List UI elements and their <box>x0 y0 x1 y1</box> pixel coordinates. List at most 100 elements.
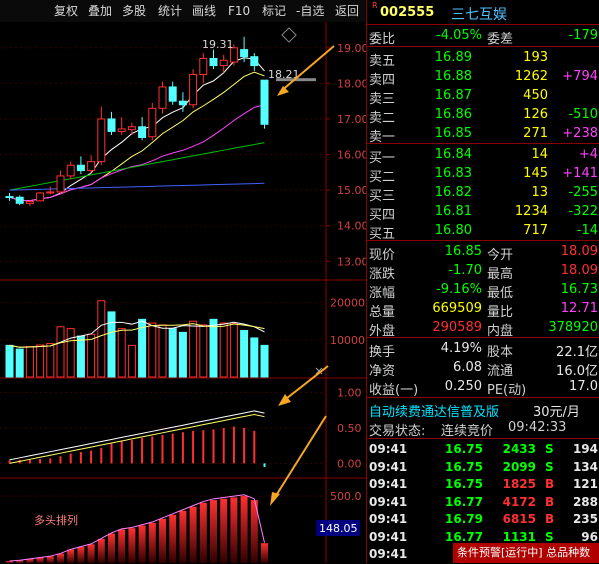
ask-row[interactable]: 卖二 16.86 126 -510 <box>367 106 599 126</box>
tick-row: 09:41 16.75 1825 B 121 <box>367 476 599 494</box>
tick-price: 16.75 <box>445 477 483 491</box>
bottom-bar <box>118 529 126 563</box>
candle-body <box>178 100 187 106</box>
bottom-bar <box>36 557 44 563</box>
bid-row[interactable]: 买一 16.84 14 +4 <box>367 146 599 166</box>
ask-change: +238 <box>562 126 598 141</box>
stat-value: 16.85 <box>444 244 482 259</box>
bid-change: +141 <box>562 166 598 181</box>
stat-label: PE(动) <box>487 383 527 398</box>
stat-label: 涨跌 <box>369 267 396 282</box>
stat-label: 净资 <box>369 364 396 379</box>
candle-body <box>260 79 269 125</box>
tick-time: 09:41 <box>369 547 408 561</box>
candle-body <box>5 196 14 199</box>
volume-tick-label: 10000 <box>330 334 365 347</box>
bottom-tick-label: 500.0 <box>330 490 362 503</box>
bottom-bar <box>97 538 105 563</box>
candle-body <box>240 49 249 58</box>
stat-row: 外盘 290589 内盘 378920 <box>367 319 599 339</box>
mark-button[interactable]: 标记 <box>260 2 288 20</box>
bottom-bar <box>220 498 228 563</box>
multi-stock-button[interactable]: 多股 <box>120 2 148 20</box>
bid-row[interactable]: 买五 16.80 717 -14 <box>367 222 599 242</box>
overlay-button[interactable]: 叠加 <box>86 2 114 20</box>
ask-price: 16.88 <box>434 69 472 84</box>
candle-body <box>209 57 218 67</box>
bottom-bar <box>169 514 177 563</box>
statistics-button[interactable]: 统计 <box>156 2 184 20</box>
volume-bar <box>250 337 259 378</box>
back-button[interactable]: 返回 <box>333 2 361 20</box>
stat-label: 换手 <box>369 345 396 360</box>
quote-panel: R 002555 三七互娱 委比 -4.05% 委差 -179 卖五 16.89 1… <box>366 0 599 563</box>
ask-price: 16.87 <box>434 88 472 103</box>
price-tick-label: 19.00 <box>337 42 366 55</box>
bid-change: -322 <box>568 204 598 219</box>
stat-row: 涨跌 -1.70 最高 18.09 <box>367 262 599 282</box>
tick-side: S <box>545 529 554 544</box>
candle-body <box>87 161 96 172</box>
bid-row[interactable]: 买二 16.83 145 +141 <box>367 165 599 185</box>
bid-change: -255 <box>568 185 598 200</box>
volume-bar <box>240 330 249 378</box>
stat-value: 18.09 <box>560 244 598 259</box>
remove-watchlist-button[interactable]: -自选 <box>294 2 326 20</box>
volume-bar <box>189 320 198 378</box>
condition-alert-bar[interactable]: 条件预警[运行中] 总品种数 <box>453 543 599 563</box>
r-badge: R <box>372 1 378 10</box>
stat-value: 18.09 <box>560 263 598 278</box>
candle-body <box>107 118 116 132</box>
bottom-bar <box>230 497 238 563</box>
ask-row[interactable]: 卖三 16.87 450 <box>367 87 599 107</box>
candle-body <box>97 118 106 163</box>
candle-body <box>25 201 34 204</box>
bottom-bar <box>57 553 64 563</box>
tick-row: 09:41 16.75 2099 S 134 <box>367 459 599 477</box>
tick-time: 09:41 <box>369 442 408 456</box>
candle-body <box>117 128 126 132</box>
stat-value: 0.250 <box>444 379 482 394</box>
macd-tick-label: 0.00 <box>337 457 362 470</box>
volume-bar <box>178 331 187 378</box>
draw-line-button[interactable]: 画线 <box>190 2 218 20</box>
bid-price: 16.80 <box>434 223 472 238</box>
stat-label: 今开 <box>487 248 514 263</box>
ask-row[interactable]: 卖五 16.89 193 <box>367 49 599 69</box>
candle-body <box>189 73 198 106</box>
restore-rights-button[interactable]: 复权 <box>52 2 80 20</box>
stat-row: 现价 16.85 今开 18.09 <box>367 243 599 263</box>
tick-side: B <box>545 494 555 509</box>
volume-bar <box>168 328 177 378</box>
bid-volume: 145 <box>523 166 548 181</box>
candle-body <box>66 164 75 177</box>
ask-volume: 450 <box>523 88 548 103</box>
volume-bar <box>117 328 126 378</box>
bid-price: 16.81 <box>434 204 472 219</box>
ask-price: 16.89 <box>434 50 472 65</box>
ask-row[interactable]: 卖四 16.88 1262 +794 <box>367 68 599 88</box>
tick-volume: 2099 <box>502 459 536 474</box>
tick-volume: 4172 <box>502 494 536 509</box>
service-row[interactable]: 自动续费通达信普及版 30元/月 <box>367 400 599 420</box>
f10-button[interactable]: F10 <box>226 2 252 20</box>
stat-row: 净资 6.08 流通 16.0亿 <box>367 359 599 379</box>
stat-value: 12.71 <box>560 301 598 316</box>
bid-row[interactable]: 买三 16.82 13 -255 <box>367 184 599 204</box>
ask-row[interactable]: 卖一 16.85 271 +238 <box>367 125 599 145</box>
volume-bar <box>76 335 85 378</box>
volume-bar <box>66 328 75 378</box>
bottom-bar <box>87 544 95 563</box>
kline-chart[interactable]: 19.00 18.00 17.00 16.00 15.00 14.00 13.00 20000… <box>0 22 366 563</box>
price-tick-label: 17.00 <box>337 113 366 126</box>
price-tick-label: 14.00 <box>337 220 366 233</box>
bottom-bar <box>159 518 166 563</box>
tick-row: 09:41 16.75 2433 S 194 <box>367 441 599 459</box>
stat-label: 收益(一) <box>369 383 419 398</box>
stat-row: 涨幅 -9.16% 最低 16.73 <box>367 281 599 301</box>
tick-time: 09:41 <box>369 459 408 474</box>
volume-bar <box>15 348 24 378</box>
candle-body <box>56 175 65 193</box>
volume-bar <box>5 344 14 378</box>
bid-row[interactable]: 买四 16.81 1234 -322 <box>367 203 599 223</box>
